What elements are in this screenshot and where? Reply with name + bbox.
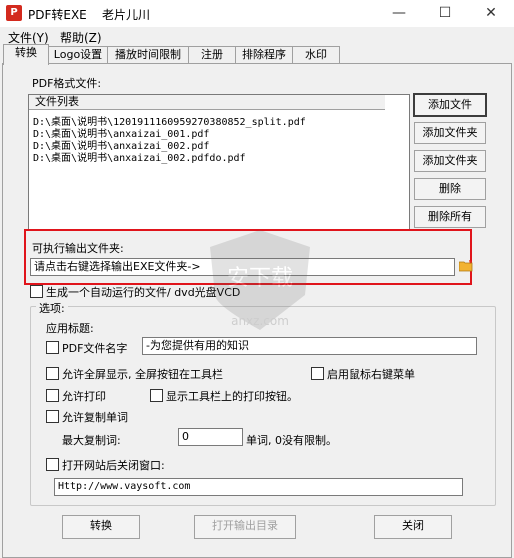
open-output-folder-button[interactable]: 打开输出目录 — [194, 515, 296, 539]
site-url-input[interactable]: Http://www.vaysoft.com — [54, 478, 463, 496]
delete-button[interactable]: 删除 — [414, 178, 486, 200]
allow-copy-label: 允许复制单词 — [62, 411, 128, 424]
add-folder-button-2[interactable]: 添加文件夹 — [414, 150, 486, 172]
app-title: PDF转EXE — [28, 8, 87, 22]
allow-copy-checkbox[interactable] — [46, 410, 59, 423]
options-legend: 选项: — [36, 300, 68, 316]
autorun-label: 生成一个自动运行的文件/ dvd光盘VCD — [46, 286, 241, 299]
tab-convert[interactable]: 转换 — [3, 44, 49, 65]
right-click-checkbox[interactable] — [311, 367, 324, 380]
show-print-button-checkbox[interactable] — [150, 389, 163, 402]
minimize-icon[interactable]: — — [376, 0, 422, 27]
tab-register[interactable]: 注册 — [188, 46, 236, 64]
options-group — [30, 306, 496, 506]
max-copy-input[interactable]: 0 — [178, 428, 243, 446]
convert-button[interactable]: 转换 — [62, 515, 140, 539]
delete-all-button[interactable]: 删除所有 — [414, 206, 486, 228]
menu-help[interactable]: 帮助(Z) — [60, 29, 102, 46]
pdf-files-label: PDF格式文件: — [32, 77, 102, 90]
pdf-name-input[interactable]: -为您提供有用的知识 — [142, 337, 477, 355]
tab-play-time-limit[interactable]: 播放时间限制 — [107, 46, 189, 64]
max-copy-label: 最大复制词: — [62, 434, 121, 447]
right-click-label: 启用鼠标右键菜单 — [327, 368, 415, 381]
allow-print-checkbox[interactable] — [46, 389, 59, 402]
output-folder-label: 可执行输出文件夹: — [32, 242, 124, 255]
window-subtitle: 老片儿川 — [102, 8, 151, 22]
window-title: PDF转EXE 老片儿川 — [28, 6, 150, 23]
tab-logo-settings[interactable]: Logo设置 — [48, 46, 108, 64]
open-site-checkbox[interactable] — [46, 458, 59, 471]
app-pdf-icon: P — [6, 5, 22, 21]
app-title-label: 应用标题: — [46, 322, 94, 335]
fullscreen-label: 允许全屏显示, 全屏按钮在工具栏 — [62, 368, 223, 381]
show-print-button-label: 显示工具栏上的打印按钮。 — [166, 390, 298, 403]
file-list-header[interactable]: 文件列表 — [29, 95, 385, 110]
list-item[interactable]: D:\桌面\说明书\anxaizai_002.pdfdo.pdf — [33, 149, 246, 164]
open-site-label: 打开网站后关闭窗口: — [62, 459, 165, 472]
output-folder-input[interactable]: 请点击右键选择输出EXE文件夹-> — [30, 258, 455, 276]
maximize-icon[interactable]: ☐ — [422, 0, 468, 27]
close-window-icon[interactable]: ✕ — [468, 0, 514, 27]
fullscreen-checkbox[interactable] — [46, 367, 59, 380]
max-copy-hint: 单词, 0没有限制。 — [246, 434, 337, 447]
pdf-name-checkbox[interactable] — [46, 341, 59, 354]
add-file-button[interactable]: 添加文件 — [413, 93, 487, 117]
tab-exclude-programs[interactable]: 排除程序 — [235, 46, 293, 64]
allow-print-label: 允许打印 — [62, 390, 106, 403]
add-folder-button[interactable]: 添加文件夹 — [414, 122, 486, 144]
pdf-name-label: PDF文件名字 — [62, 342, 128, 355]
tab-watermark[interactable]: 水印 — [292, 46, 340, 64]
autorun-checkbox[interactable] — [30, 285, 43, 298]
output-highlight-box — [24, 229, 472, 285]
close-button[interactable]: 关闭 — [374, 515, 452, 539]
browse-folder-icon[interactable] — [459, 260, 473, 272]
